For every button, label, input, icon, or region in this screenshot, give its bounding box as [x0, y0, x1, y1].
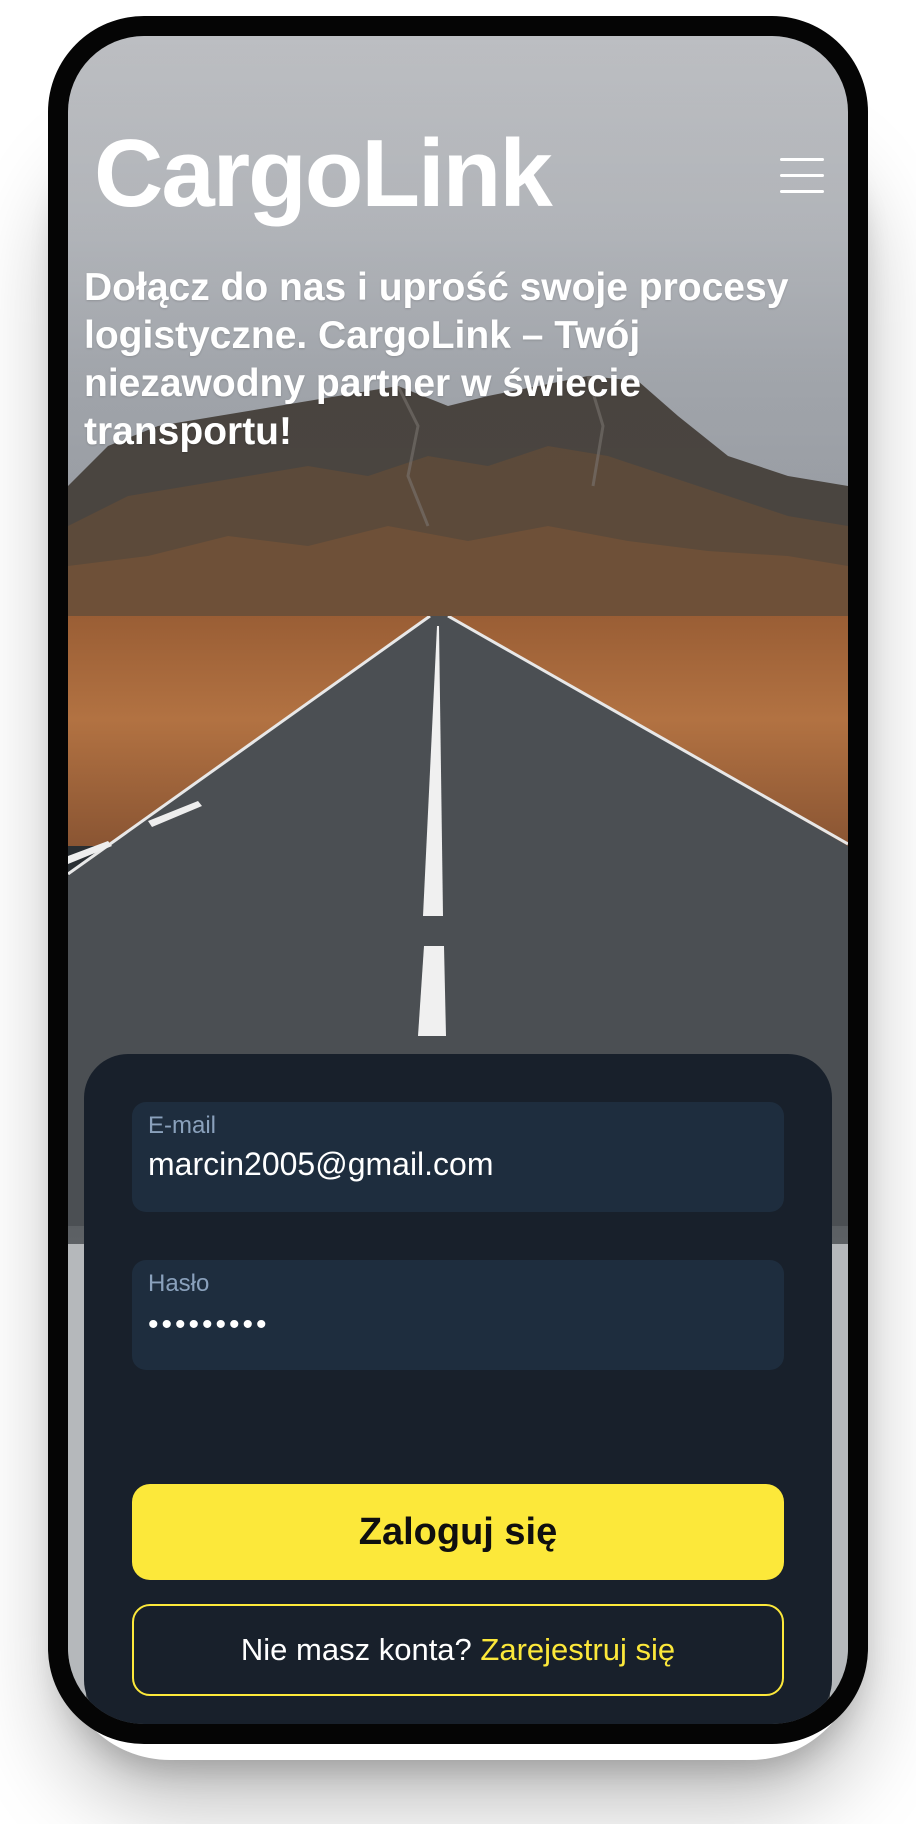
email-label: E-mail — [148, 1112, 217, 1139]
email-field[interactable]: E-mail — [132, 1102, 784, 1212]
register-link[interactable]: Zarejestruj się — [480, 1632, 675, 1667]
menu-line — [780, 158, 824, 161]
email-input[interactable] — [148, 1146, 768, 1183]
menu-line — [780, 174, 824, 177]
hero-headline: Dołącz do nas i uprość swoje procesy log… — [84, 266, 789, 453]
menu-line — [780, 190, 824, 193]
register-prompt: Nie masz konta? — [240, 1632, 481, 1667]
background-edge-right — [830, 1244, 848, 1724]
brand-logo: CargoLink — [94, 120, 553, 227]
login-card: E-mail Hasło ••••••••• Zaloguj się Nie m… — [84, 1054, 832, 1724]
app-screen: CargoLink Dołącz do nas i uprość swoje p… — [68, 36, 848, 1724]
register-button[interactable]: Nie masz konta? Zarejestruj się — [132, 1604, 784, 1696]
hamburger-menu-icon[interactable] — [780, 158, 826, 196]
phone-frame: CargoLink Dołącz do nas i uprość swoje p… — [48, 16, 868, 1744]
password-input[interactable]: ••••••••• — [148, 1308, 768, 1342]
password-field[interactable]: Hasło ••••••••• — [132, 1260, 784, 1370]
password-label: Hasło — [148, 1270, 210, 1297]
login-button[interactable]: Zaloguj się — [132, 1484, 784, 1580]
